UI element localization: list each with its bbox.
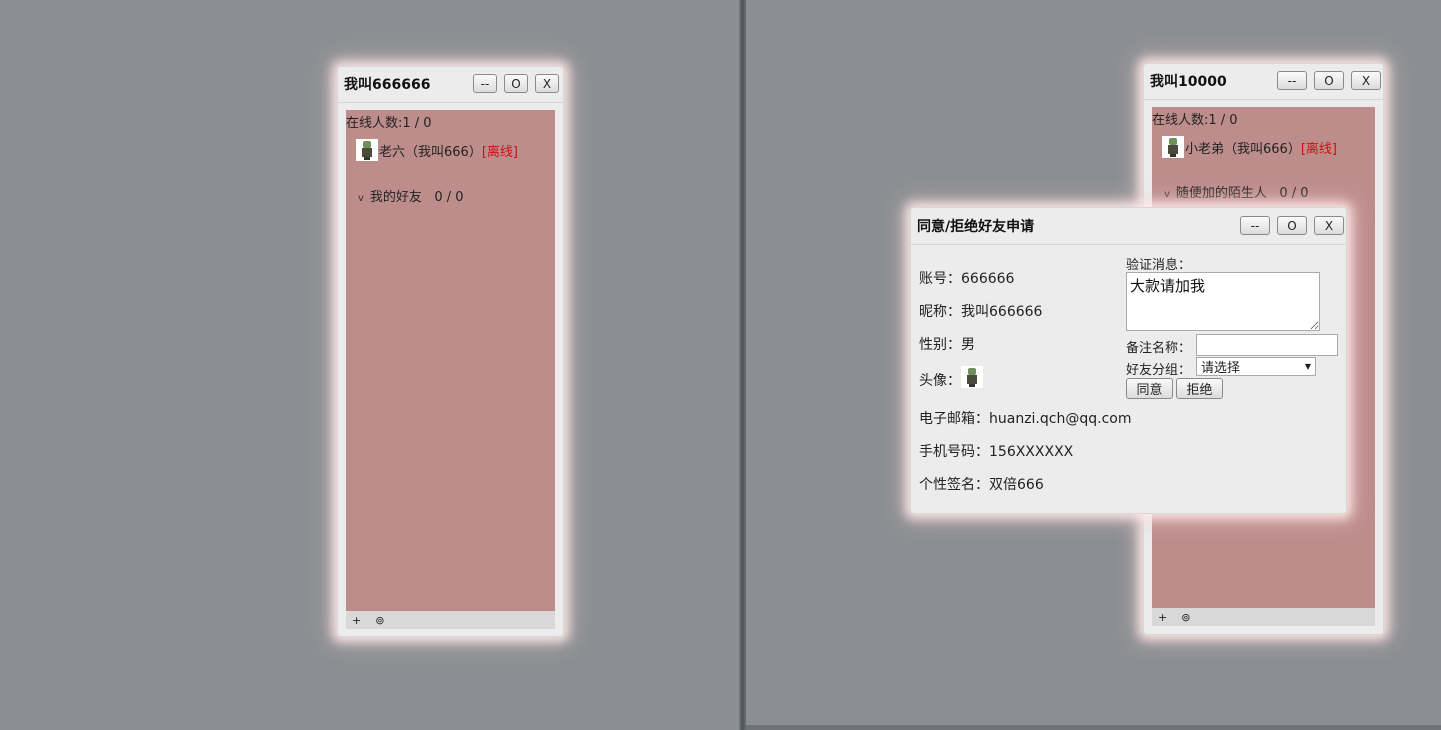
minimize-button[interactable]: -- xyxy=(1277,71,1307,90)
online-count: 在线人数:1 / 0 xyxy=(346,116,432,131)
title-separator xyxy=(1144,99,1383,100)
contact-name: 小老弟（我叫666） xyxy=(1185,141,1301,157)
group-count: 0 / 0 xyxy=(1279,186,1309,201)
email-text: 电子邮箱：huanzi.qch@qq.com xyxy=(919,411,1132,427)
avatar-row: 头像： xyxy=(919,366,984,390)
left-window-controls: -- O X xyxy=(473,74,559,93)
right-window-controls: -- O X xyxy=(1277,71,1381,90)
settings-icon[interactable]: ⊚ xyxy=(1181,611,1190,624)
screen-divider xyxy=(739,0,746,730)
contact-item[interactable]: 小老弟（我叫666） [离线] xyxy=(1162,136,1337,158)
right-status-bar: + ⊚ xyxy=(1152,608,1375,626)
remark-input[interactable] xyxy=(1196,334,1338,356)
right-window-title: 我叫10000 xyxy=(1150,74,1227,90)
title-separator xyxy=(338,102,563,103)
contact-name: 老六（我叫666） xyxy=(379,144,482,160)
title-separator xyxy=(911,244,1346,245)
reject-button[interactable]: 拒绝 xyxy=(1176,378,1223,399)
nickname-text: 昵称：我叫666666 xyxy=(919,304,1043,320)
close-button[interactable]: X xyxy=(535,74,559,93)
add-icon[interactable]: + xyxy=(352,614,361,627)
dropdown-arrow-icon: ▼ xyxy=(1304,362,1311,371)
minimize-button[interactable]: -- xyxy=(1240,216,1270,235)
group-count: 0 / 0 xyxy=(434,190,464,205)
close-button[interactable]: X xyxy=(1351,71,1381,90)
group-label: 好友分组： xyxy=(1126,363,1192,378)
account-text: 账号：666666 xyxy=(919,271,1015,287)
phone-text: 手机号码：156XXXXXX xyxy=(919,444,1074,460)
friend-group-header[interactable]: v 我的好友 0 / 0 xyxy=(358,186,464,205)
screen-bottom-edge xyxy=(746,725,1441,730)
group-label: 我的好友 xyxy=(369,190,422,205)
gender-text: 性别：男 xyxy=(919,337,975,353)
close-button[interactable]: X xyxy=(1314,216,1344,235)
maximize-button[interactable]: O xyxy=(1277,216,1307,235)
dialog-title: 同意/拒绝好友申请 xyxy=(917,219,1035,235)
friend-group-header[interactable]: v 随便加的陌生人 0 / 0 xyxy=(1164,182,1309,201)
minimize-button[interactable]: -- xyxy=(473,74,497,93)
avatar-icon xyxy=(1162,136,1184,158)
avatar-icon xyxy=(961,366,983,388)
left-status-bar: + ⊚ xyxy=(346,611,555,629)
verify-message-label: 验证消息： xyxy=(1126,258,1192,273)
dialog-controls: -- O X xyxy=(1240,216,1344,235)
left-window-title: 我叫666666 xyxy=(344,77,431,93)
group-select-value: 请选择 xyxy=(1201,361,1241,376)
chevron-down-icon: v xyxy=(358,193,364,204)
signature-text: 个性签名：双倍666 xyxy=(919,477,1044,493)
friend-list-panel: 在线人数:1 / 0 老六（我叫666） [离线] v 我的好友 0 / 0 xyxy=(346,110,555,611)
online-count: 在线人数:1 / 0 xyxy=(1152,113,1238,128)
avatar-label: 头像： xyxy=(919,373,961,389)
maximize-button[interactable]: O xyxy=(504,74,528,93)
add-icon[interactable]: + xyxy=(1158,611,1167,624)
chevron-down-icon: v xyxy=(1164,189,1170,200)
contact-item[interactable]: 老六（我叫666） [离线] xyxy=(356,139,518,161)
offline-status: [离线] xyxy=(1300,141,1337,157)
left-chat-window: 我叫666666 -- O X 在线人数:1 / 0 老六（我叫666） [离线… xyxy=(337,66,564,637)
offline-status: [离线] xyxy=(481,144,518,160)
group-label: 随便加的陌生人 xyxy=(1175,186,1267,201)
maximize-button[interactable]: O xyxy=(1314,71,1344,90)
avatar-icon xyxy=(356,139,378,161)
group-select[interactable]: 请选择 ▼ xyxy=(1196,357,1316,376)
remark-label: 备注名称： xyxy=(1126,341,1192,356)
accept-button[interactable]: 同意 xyxy=(1126,378,1173,399)
settings-icon[interactable]: ⊚ xyxy=(375,614,384,627)
verify-message-textarea[interactable] xyxy=(1126,272,1320,331)
friend-request-dialog: 同意/拒绝好友申请 -- O X 账号：666666 昵称：我叫666666 性… xyxy=(910,207,1347,514)
